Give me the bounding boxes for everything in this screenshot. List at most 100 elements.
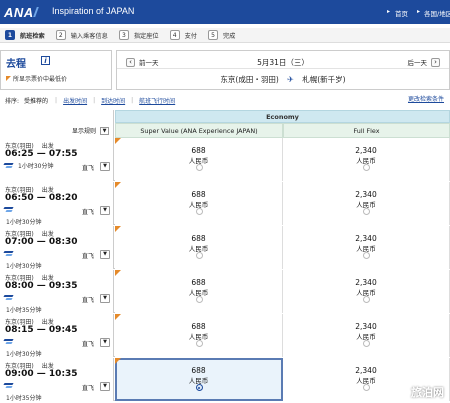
expand-details-toggle[interactable]: ▼	[100, 294, 110, 303]
fare-radio[interactable]	[363, 208, 370, 215]
fare-radio[interactable]	[363, 340, 370, 347]
lowest-fare-legend: 所显示票价中最低价	[6, 74, 67, 83]
outbound-header: 去程 i 所显示票价中最低价	[0, 50, 112, 90]
fare-radio[interactable]	[195, 164, 203, 171]
date-navigator: ‹ 前一天 5月31日（三） 后一天 › 东京(成田・羽田) ✈ 札幌(新千岁)	[116, 50, 450, 90]
current-date: 5月31日（三）	[257, 58, 309, 67]
sort-recommended: 受推荐的	[24, 97, 49, 105]
flight-times: 06:50 — 08:20	[5, 193, 78, 203]
nav-home-link[interactable]: 首页	[395, 8, 408, 18]
fare-option-super-value[interactable]: 688 人民币	[115, 314, 283, 357]
fare-radio[interactable]	[195, 340, 203, 347]
flight-row: 东京(羽田) 出发 06:50 — 08:20 直飞 ▼ 1小时30分钟 688 …	[0, 182, 450, 226]
fare-option-full-flex[interactable]: 2,340 人民币	[283, 314, 450, 357]
step-complete: 5 完成	[203, 28, 241, 43]
ana-logo[interactable]: ANA	[4, 4, 45, 20]
flight-duration: 1小时30分钟	[18, 163, 54, 170]
fare-radio[interactable]	[363, 384, 370, 391]
fare-price: 688	[191, 234, 206, 243]
flight-times: 08:00 — 09:35	[5, 281, 78, 291]
step-payment: 4 支付	[165, 28, 203, 43]
fare-option-full-flex[interactable]: 2,340 人民币	[283, 138, 450, 181]
fare-price: 2,340	[355, 146, 377, 155]
fare-option-super-value[interactable]: 688 人民币	[115, 182, 283, 225]
expand-details-toggle[interactable]: ▼	[100, 206, 110, 215]
chevron-right-icon: ›	[431, 57, 440, 67]
chevron-down-icon: ▼	[100, 126, 109, 135]
ana-airline-icon	[4, 207, 13, 212]
fare-price: 688	[191, 366, 206, 375]
next-day-button[interactable]: 后一天 ›	[408, 57, 445, 67]
fare-price: 688	[191, 322, 206, 331]
flight-duration: 1小时35分钟	[6, 307, 42, 314]
ana-airline-icon	[4, 163, 13, 168]
fare-radio[interactable]	[195, 296, 203, 303]
fare-radio[interactable]	[195, 252, 203, 259]
info-icon[interactable]: i	[41, 56, 50, 65]
route-origin: 东京(成田・羽田)	[220, 75, 279, 84]
flight-times: 08:15 — 09:45	[5, 325, 78, 335]
fare-option-super-value[interactable]: 688 人民币	[115, 226, 283, 269]
flight-times: 07:00 — 08:30	[5, 237, 78, 247]
table-header-left: 显示规则 ▼	[0, 110, 114, 138]
flight-times: 09:00 — 10:35	[5, 369, 78, 379]
expand-details-toggle[interactable]: ▼	[100, 250, 110, 259]
brand-title: Inspiration of JAPAN	[52, 6, 135, 16]
fare-price: 2,340	[355, 234, 377, 243]
fare-option-full-flex[interactable]: 2,340 人民币	[283, 270, 450, 313]
fare-radio[interactable]	[363, 164, 370, 171]
fare-option-full-flex[interactable]: 2,340 人民币	[283, 226, 450, 269]
flight-row: 东京(羽田) 出发 08:15 — 09:45 直飞 ▼ 1小时30分钟 688 …	[0, 314, 450, 358]
fare-option-full-flex[interactable]: 2,340 人民币	[283, 182, 450, 225]
expand-details-toggle[interactable]: ▼	[100, 338, 110, 347]
fare-price: 688	[191, 190, 206, 199]
fare-radio[interactable]	[363, 296, 370, 303]
sort-bar: 排序: 受推荐的 | 出发时间 | 到达时间 | 航班飞行时间 更改检索条件	[5, 94, 444, 106]
arrow-right-icon: ▸	[417, 8, 421, 15]
nonstop-label: 直飞	[82, 209, 95, 216]
expand-details-toggle[interactable]: ▼	[100, 162, 110, 171]
nav-countries-link[interactable]: 各国/地区	[424, 8, 450, 18]
route-destination: 札幌(新千岁)	[302, 75, 346, 84]
top-bar: ANA Inspiration of JAPAN ▸ 首页 ▸ 各国/地区	[0, 0, 450, 24]
fare-type-super-value: Super Value (ANA Experience JAPAN)	[115, 123, 283, 138]
sort-by-duration[interactable]: 航班飞行时间	[139, 96, 175, 105]
flight-info: 东京(羽田) 出发 06:50 — 08:20 直飞 ▼ 1小时30分钟	[0, 182, 114, 226]
nonstop-label: 直飞	[82, 385, 95, 392]
lowest-fare-marker-icon	[115, 270, 121, 276]
flight-info: 东京(羽田) 出发 08:15 — 09:45 直飞 ▼ 1小时30分钟	[0, 314, 114, 358]
ana-airline-icon	[4, 251, 13, 256]
step-passenger-info: 2 输入乘客信息	[51, 28, 114, 43]
fare-radio[interactable]	[363, 252, 370, 259]
divider	[117, 68, 449, 69]
fare-option-super-value[interactable]: 688 人民币	[115, 270, 283, 313]
lowest-fare-marker-icon	[6, 76, 11, 81]
cabin-economy-header: Economy	[115, 110, 450, 123]
flight-duration: 1小时35分钟	[6, 395, 42, 402]
fare-option-super-value-selected[interactable]: 688 人民币	[115, 358, 283, 401]
fare-type-full-flex: Full Flex	[283, 123, 450, 138]
sort-by-departure[interactable]: 出发时间	[63, 96, 87, 105]
display-rule-select[interactable]: 显示规则 ▼	[72, 126, 109, 135]
flight-duration: 1小时30分钟	[6, 351, 42, 358]
change-search-conditions-link[interactable]: 更改检索条件	[408, 94, 444, 106]
flight-row: 东京(羽田) 出发 09:00 — 10:35 直飞 ▼ 1小时35分钟 688 …	[0, 358, 450, 402]
fare-price: 2,340	[355, 322, 377, 331]
nonstop-label: 直飞	[82, 253, 95, 260]
expand-details-toggle[interactable]: ▼	[100, 382, 110, 391]
sort-by-arrival[interactable]: 到达时间	[101, 96, 125, 105]
fare-option-super-value[interactable]: 688 人民币	[115, 138, 283, 181]
step-indicator: 1 航班检索 2 输入乘客信息 3 指定座位 4 支付 5 完成	[0, 28, 450, 43]
flight-info: 东京(羽田) 出发 06:25 — 07:55 1小时30分钟 直飞 ▼	[0, 138, 114, 181]
ana-airline-icon	[4, 295, 13, 300]
ana-airline-icon	[4, 383, 13, 388]
step-search: 1 航班检索	[0, 28, 51, 43]
fare-price: 688	[191, 146, 206, 155]
flight-row: 东京(羽田) 出发 06:25 — 07:55 1小时30分钟 直飞 ▼ 688 …	[0, 138, 450, 181]
fare-radio-checked[interactable]	[195, 384, 203, 391]
fare-radio[interactable]	[195, 208, 203, 215]
nonstop-label: 直飞	[82, 341, 95, 348]
ana-airline-icon	[4, 339, 13, 344]
flight-info: 东京(羽田) 出发 08:00 — 09:35 直飞 ▼ 1小时35分钟	[0, 270, 114, 314]
lowest-fare-marker-icon	[115, 226, 121, 232]
